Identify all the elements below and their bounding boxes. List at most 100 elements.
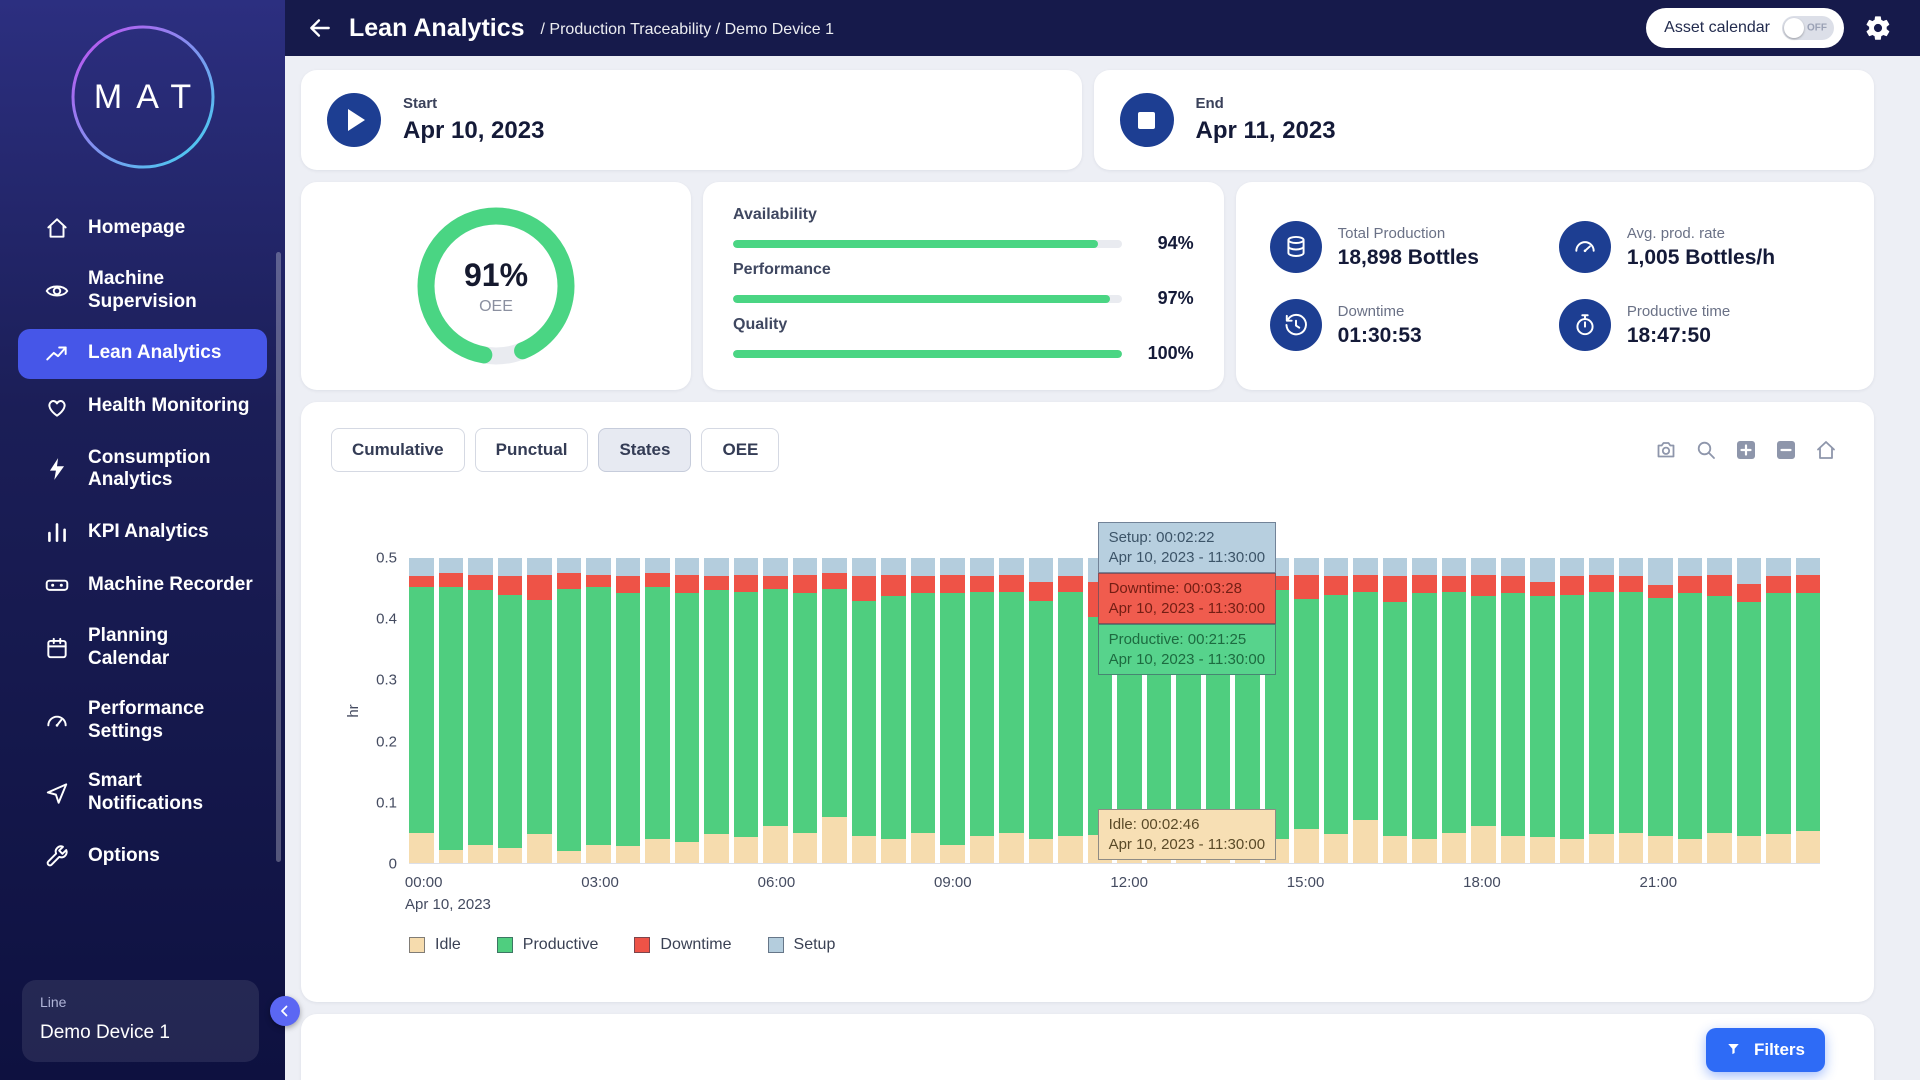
sidebar-item-machine-recorder[interactable]: Machine Recorder — [18, 560, 267, 610]
bar-segment-downtime — [1383, 576, 1408, 602]
bar-segment-downtime — [645, 573, 670, 586]
chart-bar[interactable] — [763, 558, 788, 863]
chart-bar[interactable] — [439, 558, 464, 863]
zoom-button[interactable] — [1694, 438, 1718, 462]
breadcrumb: / Production Traceability / Demo Device … — [541, 21, 834, 39]
bar-segment-downtime — [1707, 575, 1732, 596]
chart-bar[interactable] — [1029, 558, 1054, 863]
asset-calendar-toggle[interactable]: OFF — [1782, 16, 1834, 40]
sidebar-item-lean-analytics[interactable]: Lean Analytics — [18, 329, 267, 379]
legend-item-productive[interactable]: Productive — [497, 936, 599, 954]
chart-bar[interactable] — [1383, 558, 1408, 863]
chart-bar[interactable] — [1737, 558, 1762, 863]
sidebar-item-homepage[interactable]: Homepage — [18, 203, 267, 253]
chart-bar[interactable] — [970, 558, 995, 863]
bar-segment-productive — [1058, 592, 1083, 836]
filters-label: Filters — [1754, 1040, 1805, 1060]
bar-segment-productive — [1589, 592, 1614, 834]
bar-segment-idle — [1707, 833, 1732, 864]
settings-button[interactable] — [1864, 14, 1892, 42]
chart-bar[interactable] — [498, 558, 523, 863]
tab-punctual[interactable]: Punctual — [475, 428, 589, 472]
chart-bar[interactable] — [1648, 558, 1673, 863]
sidebar-item-options[interactable]: Options — [18, 831, 267, 881]
sidebar-item-smart-notifications[interactable]: Smart Notifications — [18, 758, 267, 828]
bar-segment-setup — [1442, 558, 1467, 576]
tab-oee[interactable]: OEE — [701, 428, 779, 472]
bar-segment-setup — [468, 558, 493, 575]
bar-segment-idle — [1619, 833, 1644, 864]
sidebar-item-consumption-analytics[interactable]: Consumption Analytics — [18, 435, 267, 505]
chart-bar[interactable] — [881, 558, 906, 863]
chart-bar[interactable] — [1324, 558, 1349, 863]
back-button[interactable] — [307, 15, 333, 41]
chart-bar[interactable] — [1294, 558, 1319, 863]
bar-segment-setup — [1471, 558, 1496, 575]
chart-bar[interactable] — [468, 558, 493, 863]
line-selector[interactable]: Line Demo Device 1 — [22, 980, 259, 1062]
asset-calendar-pill[interactable]: Asset calendar OFF — [1646, 8, 1844, 48]
bar-segment-productive — [1766, 593, 1791, 833]
chart-bar[interactable] — [1530, 558, 1555, 863]
tab-cumulative[interactable]: Cumulative — [331, 428, 465, 472]
chart-bar[interactable] — [999, 558, 1024, 863]
stat-text: Downtime01:30:53 — [1338, 303, 1422, 348]
bar-segment-productive — [1678, 593, 1703, 838]
sidebar-item-health-monitoring[interactable]: Health Monitoring — [18, 382, 267, 432]
chart-bar[interactable] — [1412, 558, 1437, 863]
chart-bar[interactable] — [822, 558, 847, 863]
chart-bar[interactable] — [1796, 558, 1821, 863]
legend-item-setup[interactable]: Setup — [768, 936, 836, 954]
end-value: Apr 11, 2023 — [1196, 117, 1336, 145]
zoom-out-button[interactable] — [1774, 438, 1798, 462]
chart-bar[interactable] — [586, 558, 611, 863]
chart-bar[interactable] — [1560, 558, 1585, 863]
sidebar-collapse-button[interactable] — [270, 996, 300, 1026]
bar-segment-idle — [586, 845, 611, 863]
chart-bar[interactable] — [1589, 558, 1614, 863]
home-button[interactable] — [1814, 438, 1838, 462]
tab-states[interactable]: States — [598, 428, 691, 472]
speedometer-icon — [1572, 234, 1598, 260]
chart-bar[interactable] — [1471, 558, 1496, 863]
chart-bar[interactable] — [1353, 558, 1378, 863]
sidebar-item-planning-calendar[interactable]: Planning Calendar — [18, 613, 267, 683]
chart-bar[interactable] — [793, 558, 818, 863]
chart-bar[interactable] — [1707, 558, 1732, 863]
legend-item-downtime[interactable]: Downtime — [634, 936, 731, 954]
bar-segment-downtime — [881, 575, 906, 596]
chart-bar[interactable] — [616, 558, 641, 863]
filters-button[interactable]: Filters — [1706, 1028, 1825, 1072]
chart-bar[interactable] — [852, 558, 877, 863]
chart-bar[interactable] — [1619, 558, 1644, 863]
chart-bar[interactable] — [1058, 558, 1083, 863]
chart-bar[interactable] — [527, 558, 552, 863]
legend-item-idle[interactable]: Idle — [409, 936, 461, 954]
chart-bar[interactable] — [1766, 558, 1791, 863]
bar-segment-idle — [1324, 834, 1349, 863]
chart-bar[interactable] — [704, 558, 729, 863]
start-value: Apr 10, 2023 — [403, 117, 544, 145]
chart-bar[interactable] — [557, 558, 582, 863]
chart-bar[interactable] — [1678, 558, 1703, 863]
chart-bar[interactable] — [734, 558, 759, 863]
tooltip-idle-value: Idle: 00:02:46 — [1109, 815, 1266, 835]
chart-bar[interactable] — [940, 558, 965, 863]
bar-segment-idle — [645, 839, 670, 863]
bar-segment-idle — [1471, 826, 1496, 863]
chart-bar[interactable] — [1442, 558, 1467, 863]
camera-button[interactable] — [1654, 438, 1678, 462]
chart-bar[interactable] — [645, 558, 670, 863]
sidebar-item-machine-supervision[interactable]: Machine Supervision — [18, 256, 267, 326]
bar-segment-idle — [557, 851, 582, 863]
chart-bar[interactable] — [675, 558, 700, 863]
zoom-in-button[interactable] — [1734, 438, 1758, 462]
sidebar-scrollbar[interactable] — [276, 252, 281, 862]
chart-bar[interactable] — [409, 558, 434, 863]
chart-bar[interactable] — [1501, 558, 1526, 863]
sidebar-item-kpi-analytics[interactable]: KPI Analytics — [18, 507, 267, 557]
chart-bar[interactable] — [911, 558, 936, 863]
sidebar-item-performance-settings[interactable]: Performance Settings — [18, 686, 267, 756]
oee-label: OEE — [479, 298, 513, 316]
x-tick-label: 00:00 — [405, 874, 443, 891]
